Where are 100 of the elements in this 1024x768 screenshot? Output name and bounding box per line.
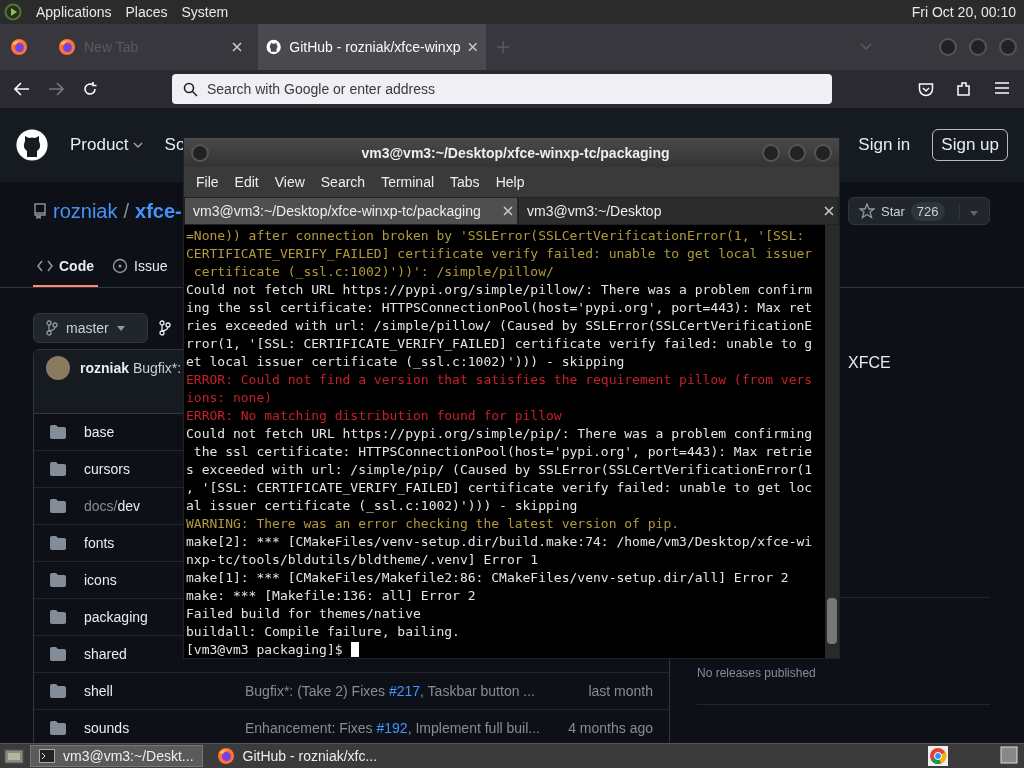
terminal-line: s exceeded with url: /simple/pip/ (Caused by SSLError(SSLCertVerificationError(1	[186, 461, 814, 479]
nav-link[interactable]: Product	[70, 135, 143, 155]
folder-link[interactable]: packaging	[84, 609, 148, 625]
taskbar-button[interactable]: vm3@vm3:~/Deskt...	[30, 745, 203, 767]
folder-link[interactable]: shared	[84, 646, 127, 662]
window-button[interactable]	[813, 142, 833, 163]
scroll-thumb[interactable]	[827, 598, 837, 644]
code-icon	[37, 260, 53, 272]
extensions-icon[interactable]	[956, 81, 972, 97]
terminal-line: ions: none)	[186, 389, 274, 407]
scrollbar[interactable]	[825, 225, 839, 658]
terminal-line: ERROR: No matching distribution found for pillow	[186, 407, 563, 425]
menu-item[interactable]: View	[266, 174, 313, 190]
terminal-line: WARNING: There was an error checking the latest version of pip.	[186, 515, 681, 533]
apps-menu-icon[interactable]	[4, 3, 22, 21]
forward-icon[interactable]	[48, 82, 64, 96]
menu-item[interactable]: Terminal	[373, 174, 443, 190]
terminal-icon	[39, 749, 55, 763]
menu-item[interactable]: Tabs	[442, 174, 488, 190]
window-button[interactable]	[190, 142, 210, 163]
repo-tab[interactable]: Issue	[108, 247, 172, 287]
terminal-line: ing the ssl certificate: HTTPSConnectionPool(host='pypi.org', port=443): Max ret	[186, 299, 814, 317]
window-button[interactable]	[938, 37, 958, 57]
menu-icon[interactable]	[994, 81, 1010, 95]
branch-icon	[46, 320, 58, 336]
folder-icon	[50, 721, 66, 735]
terminal-line: make[1]: *** [CMakeFiles/Makefile2:86: CMakeFiles/venv-setup.dir/all] Error 2	[186, 569, 790, 587]
folder-icon	[50, 536, 66, 550]
terminal-line: the ssl certificate: HTTPSConnectionPool(host='pypi.org', port=443): Max retrie	[192, 443, 814, 461]
terminal-line: CERTIFICATE_VERIFY_FAILED] certificate verify failed: unable to get local issuer	[186, 245, 814, 263]
folder-link[interactable]: shell	[84, 683, 113, 699]
menu-item[interactable]: File	[188, 174, 227, 190]
folder-icon	[50, 610, 66, 624]
shell-prompt: [vm3@vm3 packaging]$	[186, 642, 343, 657]
commit-message: rozniak Bugfix*:	[80, 359, 182, 378]
back-icon[interactable]	[14, 82, 30, 96]
issue-icon	[112, 258, 128, 274]
branch-icon[interactable]	[158, 320, 172, 336]
repo-name-link[interactable]: xfce-	[135, 199, 182, 223]
browser-tab[interactable]: GitHub - rozniak/xfce-winxp	[258, 24, 486, 70]
folder-icon	[50, 647, 66, 661]
window-button[interactable]	[761, 142, 781, 163]
terminal-line: Could not fetch URL https://pypi.org/simple/pillow/: There was a problem confirm	[186, 281, 814, 299]
tab-close-icon[interactable]	[468, 42, 478, 52]
panel-menu[interactable]: System	[181, 4, 229, 20]
terminal-tab[interactable]: vm3@vm3:~/Desktop	[518, 197, 839, 225]
window-button[interactable]	[787, 142, 807, 163]
menu-item[interactable]: Edit	[226, 174, 267, 190]
path-separator: /	[123, 199, 130, 223]
window-button[interactable]	[998, 37, 1018, 57]
repo-tab[interactable]: Code	[33, 247, 98, 287]
address-field[interactable]: Search with Google or enter address	[172, 74, 832, 104]
branch-button[interactable]: master	[33, 313, 148, 343]
menu-item[interactable]: Search	[312, 174, 374, 190]
window-button[interactable]	[968, 37, 988, 57]
star-icon	[859, 203, 875, 219]
firefox-icon	[58, 38, 76, 56]
folder-link[interactable]: fonts	[84, 535, 115, 551]
taskbar-button[interactable]: GitHub - rozniak/xfc...	[208, 745, 386, 767]
folder-icon	[50, 462, 66, 476]
tab-close-icon[interactable]	[824, 206, 834, 216]
caret-icon[interactable]	[969, 210, 978, 216]
terminal-line: make: *** [Makefile:136: all] Error 2	[186, 587, 477, 605]
commit-message: Enhancement: Fixes #192, Implement full buil...	[245, 720, 540, 736]
panel-menu[interactable]: Applications	[36, 4, 112, 20]
panel-menu[interactable]: Places	[125, 4, 168, 20]
folder-icon	[50, 499, 66, 513]
reload-icon[interactable]	[82, 81, 98, 97]
folder-link[interactable]: icons	[84, 572, 117, 588]
pocket-icon[interactable]	[918, 81, 934, 97]
terminal-line: et local issuer certificate (_ssl.c:1002)'))) - skipping	[186, 353, 626, 371]
sign-in-link[interactable]: Sign in	[858, 135, 911, 155]
folder-link[interactable]: cursors	[84, 461, 130, 477]
terminal-line: al issuer certificate (_ssl.c:1002)'))) - skipping	[186, 497, 579, 515]
terminal-tab[interactable]: vm3@vm3:~/Desktop/xfce-winxp-tc/packaging	[184, 197, 518, 225]
firefox-icon	[216, 747, 235, 765]
sign-up-button[interactable]: Sign up	[932, 129, 1008, 161]
clock: Fri Oct 20, 00:10	[911, 4, 1016, 20]
issue-link[interactable]: #192	[376, 720, 408, 736]
folder-link[interactable]: sounds	[84, 720, 130, 736]
issue-link[interactable]: #217	[388, 683, 421, 699]
menu-item[interactable]: Help	[487, 174, 533, 190]
terminal-line: make[2]: *** [CMakeFiles/venv-setup.dir/build.make:74: /home/vm3/Desktop/xfce-wi	[186, 533, 814, 551]
tab-close-icon[interactable]	[503, 206, 513, 216]
tab-close-icon[interactable]	[232, 42, 242, 52]
window-title: vm3@vm3:~/Desktop/xfce-winxp-tc/packaging	[360, 144, 670, 161]
star-button[interactable]: Star 726	[848, 197, 990, 225]
desktop-icon[interactable]	[4, 747, 24, 765]
github-logo-icon[interactable]	[16, 129, 48, 161]
terminal-line: certificate (_ssl.c:1002)'))': /simple/pillow/	[192, 263, 555, 281]
repo-owner-link[interactable]: rozniak	[53, 199, 118, 223]
firefox-view-icon	[10, 38, 28, 56]
github-icon	[266, 39, 282, 55]
folder-link[interactable]: docs/dev	[84, 498, 141, 514]
terminal-line: Could not fetch URL https://pypi.org/simple/pip/: There was a problem confirming	[186, 425, 814, 443]
chrome-icon[interactable]	[928, 746, 948, 766]
repo-icon	[33, 203, 47, 219]
folder-link[interactable]: base	[84, 424, 115, 440]
commit-time: 4 months ago	[568, 720, 653, 736]
commit-time: last month	[588, 683, 653, 699]
